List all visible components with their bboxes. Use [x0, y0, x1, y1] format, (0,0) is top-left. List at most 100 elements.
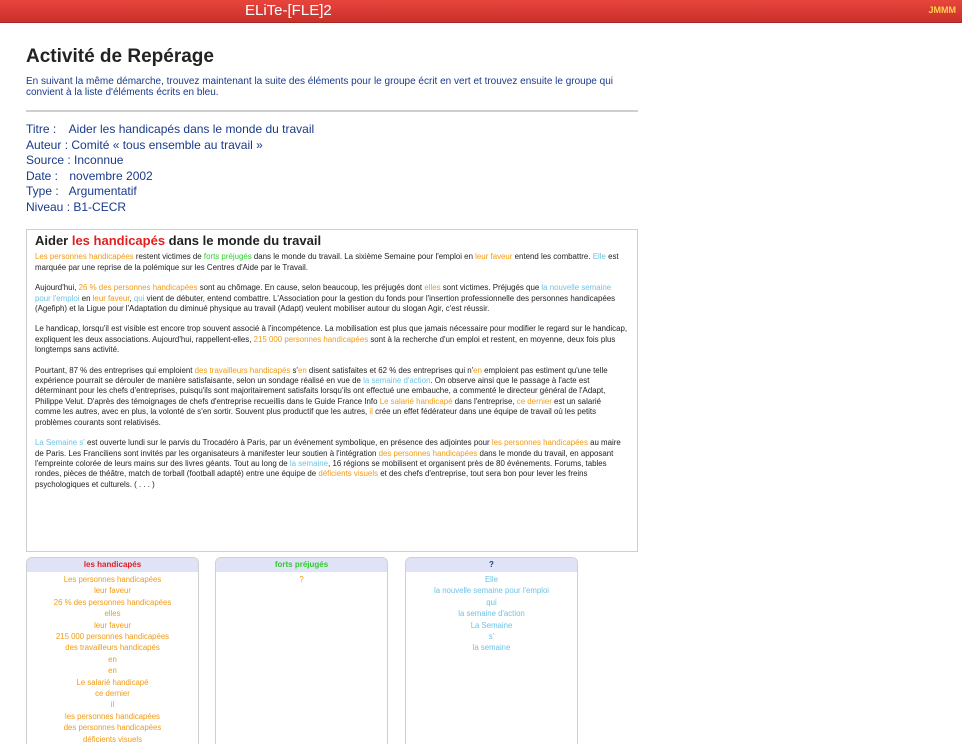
highlighted-segment: des travailleurs handicapés [194, 365, 291, 375]
group-item: en [108, 654, 117, 664]
text-segment: entend les combattre. [512, 252, 593, 262]
group-item: 26 % des personnes handicapées [53, 597, 172, 607]
text-segment: est ouverte lundi sur le parvis du Troca… [84, 438, 492, 448]
article-paragraph: Les personnes handicapées restent victim… [35, 252, 629, 273]
group-item: des personnes handicapées [63, 723, 162, 733]
divider [26, 110, 638, 112]
article-body: Les personnes handicapées restent victim… [35, 252, 629, 490]
highlighted-segment: la semaine [289, 458, 329, 468]
article-paragraph: Pourtant, 87 % des entreprises qui emplo… [35, 366, 629, 428]
text-segment: dans le monde du travail. La sixième Sem… [251, 252, 476, 262]
article-title-start: Aider [35, 233, 72, 248]
meta-row: Date : novembre 2002 [26, 169, 638, 185]
text-segment: en [79, 293, 93, 303]
group-item: les personnes handicapées [65, 711, 160, 721]
meta-key: Niveau : [26, 199, 71, 214]
meta-key: Titre : [26, 122, 57, 136]
document-metadata: Titre : Aider les handicapés dans le mon… [26, 122, 638, 215]
group-item: elles [104, 609, 121, 619]
group-item: ce dernier [95, 689, 130, 699]
group-header: forts préjugés [216, 558, 387, 572]
highlighted-segment: Les personnes handicapées [35, 252, 134, 262]
article-title-highlight: les handicapés [71, 233, 166, 248]
group-column-prejuges: forts préjugés ? [215, 557, 388, 744]
meta-row: Auteur : Comité « tous ensemble au trava… [26, 138, 638, 154]
group-item: La Semaine [470, 620, 513, 630]
user-initials[interactable]: JMMM [929, 5, 957, 15]
meta-key: Type : [26, 184, 59, 198]
group-header: les handicapés [27, 558, 198, 572]
meta-key: Source : [26, 153, 71, 167]
highlighted-segment: elles [424, 283, 441, 293]
text-segment: dans l'entreprise, [452, 396, 517, 406]
text-segment: sont victimes. Préjugés que [440, 283, 542, 293]
highlighted-segment: leur faveur [92, 293, 130, 303]
page-title: Activité de Repérage [26, 46, 214, 67]
group-item: Le salarié handicapé [76, 677, 149, 687]
group-list: Elle la nouvelle semaine pour l'emploi qui… [406, 574, 577, 654]
group-item: 215 000 personnes handicapées [55, 632, 170, 642]
group-item: il [110, 700, 115, 710]
highlighted-segment: en [297, 365, 307, 375]
article-box: Aider les handicapés dans le monde du tr… [26, 229, 638, 552]
highlighted-segment: la semaine d'action [363, 376, 431, 386]
highlighted-segment: des personnes handicapées [378, 448, 478, 458]
group-item: qui [486, 597, 497, 607]
group-item: Les personnes handicapées [63, 575, 162, 584]
article-paragraph: Le handicap, lorsqu'il est visible est e… [35, 324, 629, 355]
highlighted-segment: 26 % des personnes handicapées [78, 283, 198, 293]
highlighted-segment: La Semaine s' [35, 438, 85, 448]
highlighted-segment: les personnes handicapées [491, 438, 588, 448]
text-segment: s' [290, 365, 298, 375]
highlighted-segment: qui [133, 293, 145, 303]
meta-row: Titre : Aider les handicapés dans le mon… [26, 122, 638, 138]
meta-value: Aider les handicapés dans le monde du tr… [68, 122, 315, 136]
app-header-bar: ELiTe-[FLE]2 JMMM [0, 0, 962, 23]
instructions-text: En suivant la même démarche, trouvez mai… [26, 76, 613, 98]
meta-value: B1-CECR [73, 199, 127, 214]
meta-row: Source : Inconnue [26, 153, 638, 169]
group-item: en [108, 666, 117, 676]
meta-value: Comité « tous ensemble au travail » [71, 137, 263, 152]
meta-value: novembre 2002 [69, 168, 153, 183]
meta-value: Argumentatif [68, 184, 137, 198]
group-item: des travailleurs handicapés [65, 643, 160, 653]
group-list: ? [216, 574, 387, 585]
text-segment: disent satisfaites et 62 % des entrepris… [306, 365, 474, 375]
activity-panel: Activité de Repérage En suivant la même … [26, 46, 638, 215]
text-segment: Aujourd'hui, [35, 283, 79, 293]
highlighted-segment: 215 000 personnes handicapées [253, 334, 369, 344]
group-item: la semaine [472, 643, 511, 653]
article-title-end: dans le monde du travail [165, 233, 322, 248]
text-segment: Pourtant, 87 % des entreprises qui emplo… [35, 365, 195, 375]
highlighted-segment: Elle [592, 252, 606, 262]
highlighted-segment: Le salarié handicapé [379, 396, 453, 406]
article-paragraph: Aujourd'hui, 26 % des personnes handicap… [35, 283, 629, 314]
highlighted-segment: ce dernier [516, 396, 552, 406]
highlighted-segment: leur faveur [475, 252, 513, 262]
group-item: déficients visuels [83, 734, 142, 744]
meta-row: Type : Argumentatif [26, 184, 638, 200]
group-column-handicapes: les handicapés Les personnes handicapées… [26, 557, 199, 744]
meta-key: Date : [26, 168, 59, 183]
app-title[interactable]: ELiTe-[FLE]2 [245, 2, 332, 19]
group-item: leur faveur [94, 586, 131, 596]
group-item: la semaine d'action [458, 609, 525, 619]
group-item: ? [299, 575, 304, 584]
group-item: Elle [484, 575, 498, 584]
meta-key: Auteur : [26, 137, 69, 152]
meta-row: Niveau : B1-CECR [26, 200, 638, 216]
group-list: Les personnes handicapées leur faveur 26 %… [27, 574, 198, 744]
text-segment: restent victimes de [133, 252, 204, 262]
group-header: ? [406, 558, 577, 572]
group-column-unknown: ? Elle la nouvelle semaine pour l'emploi q… [405, 557, 578, 744]
highlighted-segment: déficients visuels [318, 469, 379, 479]
highlighted-segment: forts préjugés [203, 252, 252, 262]
meta-value: Inconnue [74, 153, 124, 167]
group-item: s' [488, 632, 495, 642]
highlighted-segment: en [473, 365, 482, 375]
group-item: leur faveur [94, 620, 131, 630]
text-segment: sont au chômage. En cause, selon beaucou… [197, 283, 425, 293]
group-item: la nouvelle semaine pour l'emploi [433, 586, 550, 596]
article-title: Aider les handicapés dans le monde du tr… [35, 233, 629, 248]
